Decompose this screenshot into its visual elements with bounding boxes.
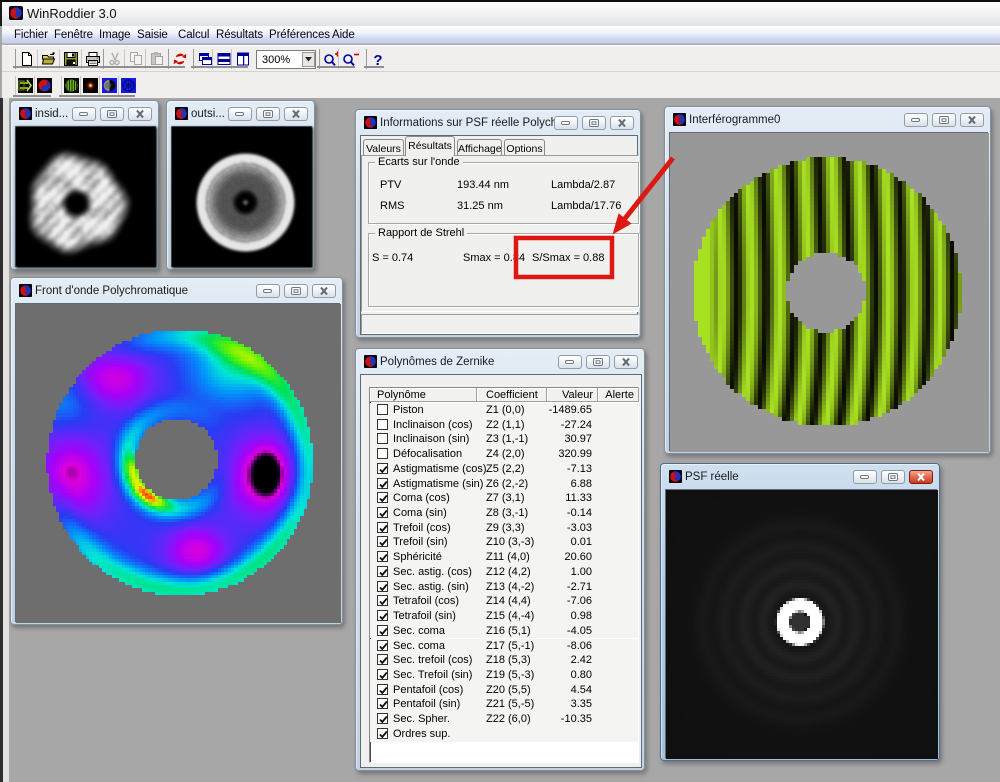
svg-text:?: ? — [373, 52, 382, 67]
